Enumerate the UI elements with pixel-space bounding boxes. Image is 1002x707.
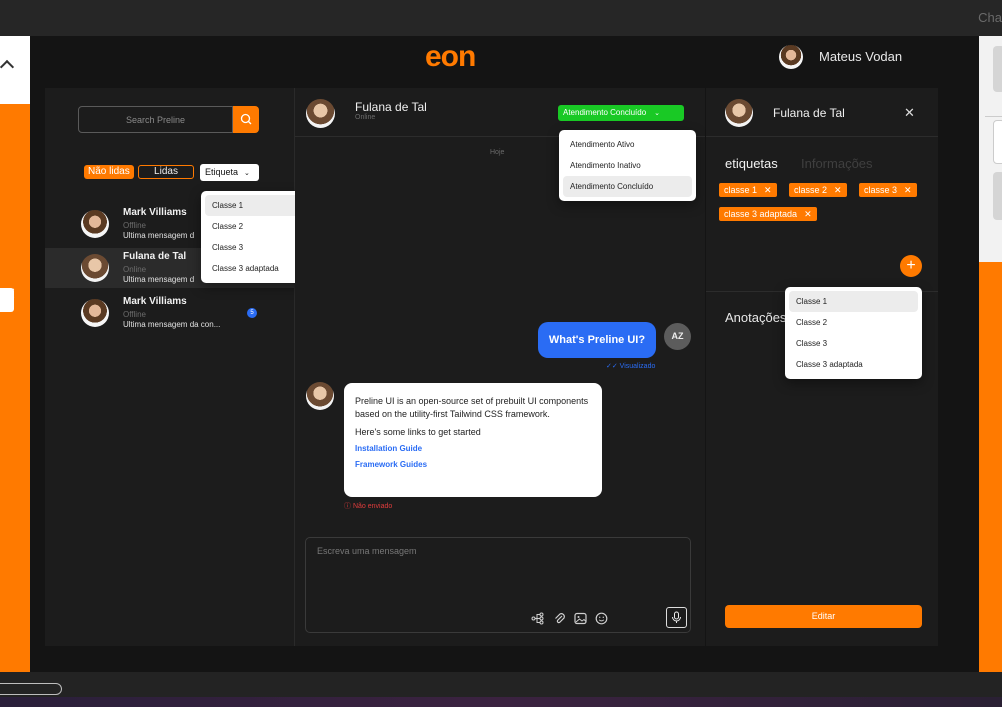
contact-avatar [81,299,109,327]
search-input[interactable] [79,107,232,132]
contact-name: Mark Villiams [123,296,187,307]
tag-label: classe 3 [864,185,898,195]
status-dropdown-button[interactable]: Atendimento Concluído ⌄ [558,105,684,121]
date-separator: Hoje [490,149,505,156]
filter-unread-button[interactable]: Não lidas [84,165,134,179]
contact-name: Fulana de Tal [123,251,187,262]
contact-name: Mark Villiams [123,207,187,218]
microphone-icon [672,611,681,623]
chat-status: Online [355,114,376,121]
close-icon[interactable]: ✕ [904,105,915,121]
tag-chip: classe 3 ✕ [859,183,917,197]
menu-item[interactable]: Classe 3 adaptada [789,354,918,375]
sender-avatar: AZ [664,323,691,350]
tab-tags[interactable]: etiquetas [725,156,778,171]
divider [985,116,1002,117]
message-text: Here's some links to get started [355,427,481,437]
status-label: Atendimento Concluído [563,108,647,117]
tag-label: classe 2 [794,185,828,195]
tag-filter-select[interactable]: Etiqueta ⌄ [200,164,259,181]
bottom-glow [0,697,1002,707]
chevron-down-icon: ⌄ [244,170,250,177]
menu-item[interactable]: Classe 3 [789,333,918,354]
contact-avatar [81,254,109,282]
emoji-icon[interactable] [595,612,608,625]
close-icon[interactable]: ✕ [834,185,842,195]
close-icon[interactable]: ✕ [764,185,772,195]
contact-avatar [81,210,109,238]
user-avatar[interactable] [779,45,803,69]
search-button[interactable] [233,106,259,133]
search-icon [240,113,252,125]
contact-item[interactable]: Mark Villiams Offline Ultima mensagem da… [45,293,294,333]
tab-information[interactable]: Informações [801,156,873,171]
contact-last-message: Ultima mensagem d [123,231,195,240]
tag-label: classe 3 adaptada [724,209,798,219]
scroll-pill[interactable] [0,683,62,695]
unread-badge: 5 [247,308,257,318]
edge-label: Cha [978,10,1002,25]
add-tag-menu: Classe 1 Classe 2 Classe 3 Classe 3 adap… [785,287,922,379]
tag-label: classe 1 [724,185,758,195]
close-icon[interactable]: ✕ [904,185,912,195]
notes-label: Anotações [725,310,787,325]
tag-chip: classe 3 adaptada ✕ [719,207,817,221]
outgoing-message: What's Preline UI? [538,322,656,358]
info-avatar [725,99,753,127]
screen: Cha eon Mateus Vodan Não lidas Lidas Eti… [0,0,1002,707]
menu-item[interactable]: Atendimento Inativo [563,155,692,176]
divider [706,136,938,137]
contact-status: Online [123,265,147,274]
contact-last-message: Ultima mensagem d [123,275,195,284]
image-icon[interactable] [574,612,587,625]
top-bar [0,0,1002,36]
send-error: ⓘ Não enviado [344,503,393,510]
incoming-message: Preline UI is an open-source set of preb… [344,383,602,497]
attachment-icon[interactable] [553,612,566,625]
tag-chip: classe 1 ✕ [719,183,777,197]
tag-filter-label: Etiqueta [205,167,239,177]
link-framework-guides[interactable]: Framework Guides [355,458,591,471]
link-installation-guide[interactable]: Installation Guide [355,442,591,455]
left-side-panel [0,36,30,672]
tag-chip: classe 2 ✕ [789,183,847,197]
chat-avatar [306,99,335,128]
info-contact-name: Fulana de Tal [773,106,845,120]
search-box [78,106,233,133]
edit-button[interactable]: Editar [725,605,922,628]
chat-title: Fulana de Tal [355,100,427,114]
close-icon[interactable]: ✕ [804,209,812,219]
status-menu: Atendimento Ativo Atendimento Inativo At… [559,130,696,201]
contact-status: Offline [123,310,146,319]
menu-item[interactable]: Atendimento Ativo [563,134,692,155]
flow-icon[interactable] [531,612,544,625]
chevron-down-icon: ⌄ [654,110,661,117]
right-panel-block [993,172,1002,220]
microphone-button[interactable] [666,607,687,628]
menu-item[interactable]: Classe 1 [789,291,918,312]
user-name[interactable]: Mateus Vodan [819,49,902,64]
logo: eon [425,40,476,73]
add-tag-button[interactable]: + [900,255,922,277]
read-receipt: ✓✓ Visualizado [606,363,656,370]
sender-avatar [306,382,334,410]
menu-item[interactable]: Atendimento Concluído [563,176,692,197]
contact-status: Offline [123,221,146,230]
menu-item[interactable]: Classe 2 [789,312,918,333]
message-input[interactable] [306,538,690,595]
contact-last-message: Ultima mensagem da con... [123,320,221,329]
right-panel-block [993,120,1002,164]
message-text: Preline UI is an open-source set of preb… [355,396,589,419]
message-composer [305,537,691,633]
right-panel-block [993,46,1002,92]
plus-icon: + [906,257,916,274]
filter-read-button[interactable]: Lidas [138,165,194,179]
